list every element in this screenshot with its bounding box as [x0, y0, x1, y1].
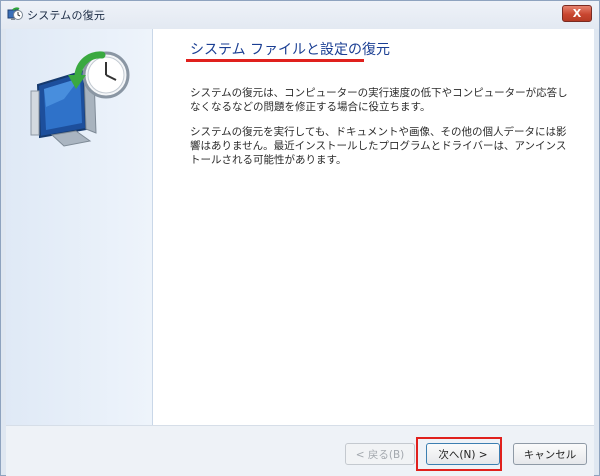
- cancel-button[interactable]: キャンセル: [513, 443, 587, 465]
- page-title: システム ファイルと設定の復元: [190, 42, 391, 58]
- annotation-underline: [186, 59, 364, 62]
- system-restore-window: システムの復元 X システム ファイルと設定の復元 システムの復元は、コンピュー…: [0, 0, 600, 476]
- wizard-footer: < 戻る(B) 次へ(N) > キャンセル: [6, 425, 594, 476]
- system-restore-clock-icon: [30, 51, 130, 147]
- close-button[interactable]: X: [562, 5, 592, 22]
- close-icon: X: [572, 7, 582, 20]
- window-title: システムの復元: [27, 9, 106, 22]
- description-paragraph-1: システムの復元は、コンピューターの実行速度の低下やコンピューターが応答しなくなる…: [190, 87, 568, 113]
- wizard-side-panel: [6, 29, 153, 425]
- description-paragraph-2: システムの復元を実行しても、ドキュメントや画像、その他の個人データには影響はあり…: [190, 126, 567, 166]
- back-button[interactable]: < 戻る(B): [345, 443, 415, 465]
- wizard-content: システム ファイルと設定の復元 システムの復元は、コンピューターの実行速度の低下…: [152, 29, 594, 425]
- title-bar[interactable]: システムの復元 X: [1, 1, 599, 29]
- system-restore-icon: [7, 7, 23, 20]
- wizard-client-area: システム ファイルと設定の復元 システムの復元は、コンピューターの実行速度の低下…: [6, 29, 594, 425]
- next-button[interactable]: 次へ(N) >: [426, 443, 500, 465]
